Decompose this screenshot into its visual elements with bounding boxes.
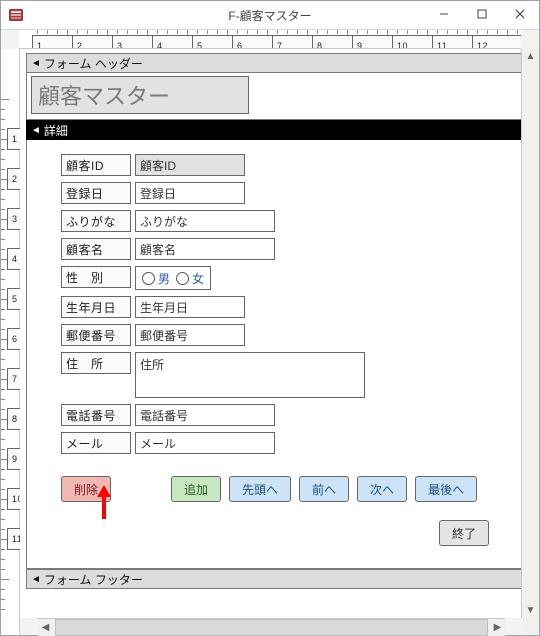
field-birthday[interactable]: 生年月日 <box>135 296 245 318</box>
form-title-label[interactable]: 顧客マスター <box>31 76 249 114</box>
annotation-red-up-arrow-icon <box>97 485 111 522</box>
access-app-icon <box>5 4 27 26</box>
field-phone[interactable]: 電話番号 <box>135 404 275 426</box>
horizontal-scrollbar[interactable]: ◀ ▶ <box>38 618 505 636</box>
radio-icon <box>176 272 189 285</box>
titlebar: F-顧客マスター <box>1 1 539 30</box>
section-twist-icon: ◄ <box>31 125 41 136</box>
radio-female[interactable]: 女 <box>176 270 204 287</box>
field-reg-date[interactable]: 登録日 <box>135 182 245 204</box>
label-customer-id[interactable]: 顧客ID <box>61 154 131 176</box>
field-postal[interactable]: 郵便番号 <box>135 324 245 346</box>
next-button[interactable]: 次へ <box>357 476 407 502</box>
close-form-button[interactable]: 終了 <box>439 520 489 546</box>
label-customer-name[interactable]: 顧客名 <box>61 238 131 260</box>
scroll-thumb[interactable] <box>55 619 488 636</box>
scroll-corner <box>522 618 539 635</box>
scroll-up-arrow-icon[interactable]: ▲ <box>523 49 538 64</box>
field-customer-name[interactable]: 顧客名 <box>135 238 275 260</box>
vertical-scrollbar[interactable]: ▲ ▼ <box>521 49 539 618</box>
section-twist-icon: ◄ <box>31 574 41 585</box>
section-bar-form-header[interactable]: ◄ フォーム ヘッダー <box>26 53 521 73</box>
field-furigana[interactable]: ふりがな <box>135 210 275 232</box>
last-button[interactable]: 最後へ <box>415 476 477 502</box>
section-bar-label: 詳細 <box>44 122 68 139</box>
add-button[interactable]: 追加 <box>171 476 221 502</box>
radio-male[interactable]: 男 <box>142 270 170 287</box>
label-reg-date[interactable]: 登録日 <box>61 182 131 204</box>
gender-option-group[interactable]: 男 女 <box>135 266 211 290</box>
label-mail[interactable]: メール <box>61 432 131 454</box>
form-header-surface[interactable]: 顧客マスター <box>26 73 521 120</box>
section-twist-icon: ◄ <box>31 58 41 69</box>
label-birthday[interactable]: 生年月日 <box>61 296 131 318</box>
section-bar-form-footer[interactable]: ◄ フォーム フッター <box>26 569 521 589</box>
vertical-ruler: 1234567891011 <box>1 49 20 618</box>
first-button[interactable]: 先頭へ <box>229 476 291 502</box>
design-canvas[interactable]: ◄ フォーム ヘッダー 顧客マスター ◄ 詳細 顧客ID 顧客ID <box>20 49 521 618</box>
horizontal-ruler: 123456789101112 <box>19 30 521 49</box>
prev-button[interactable]: 前へ <box>299 476 349 502</box>
label-phone[interactable]: 電話番号 <box>61 404 131 426</box>
scroll-down-arrow-icon[interactable]: ▼ <box>523 603 538 618</box>
close-button[interactable] <box>501 1 539 27</box>
maximize-button[interactable] <box>463 1 501 27</box>
access-design-window: F-顧客マスター 123456789101112 1234567891011 ◄… <box>0 0 540 636</box>
section-bar-label: フォーム フッター <box>44 571 143 588</box>
scroll-right-arrow-icon[interactable]: ▶ <box>490 620 505 635</box>
minimize-button[interactable] <box>425 1 463 27</box>
section-bar-detail[interactable]: ◄ 詳細 <box>26 120 521 140</box>
scroll-left-arrow-icon[interactable]: ◀ <box>38 620 53 635</box>
label-furigana[interactable]: ふりがな <box>61 210 131 232</box>
detail-surface[interactable]: 顧客ID 顧客ID 登録日 登録日 ふりがな ふりがな 顧客名 顧客名 <box>26 140 521 569</box>
field-customer-id[interactable]: 顧客ID <box>135 154 245 176</box>
section-bar-label: フォーム ヘッダー <box>44 55 143 72</box>
label-address[interactable]: 住 所 <box>61 352 131 374</box>
label-postal[interactable]: 郵便番号 <box>61 324 131 346</box>
field-address[interactable]: 住所 <box>135 352 365 398</box>
field-mail[interactable]: メール <box>135 432 275 454</box>
label-gender[interactable]: 性 別 <box>61 266 131 288</box>
radio-icon <box>142 272 155 285</box>
